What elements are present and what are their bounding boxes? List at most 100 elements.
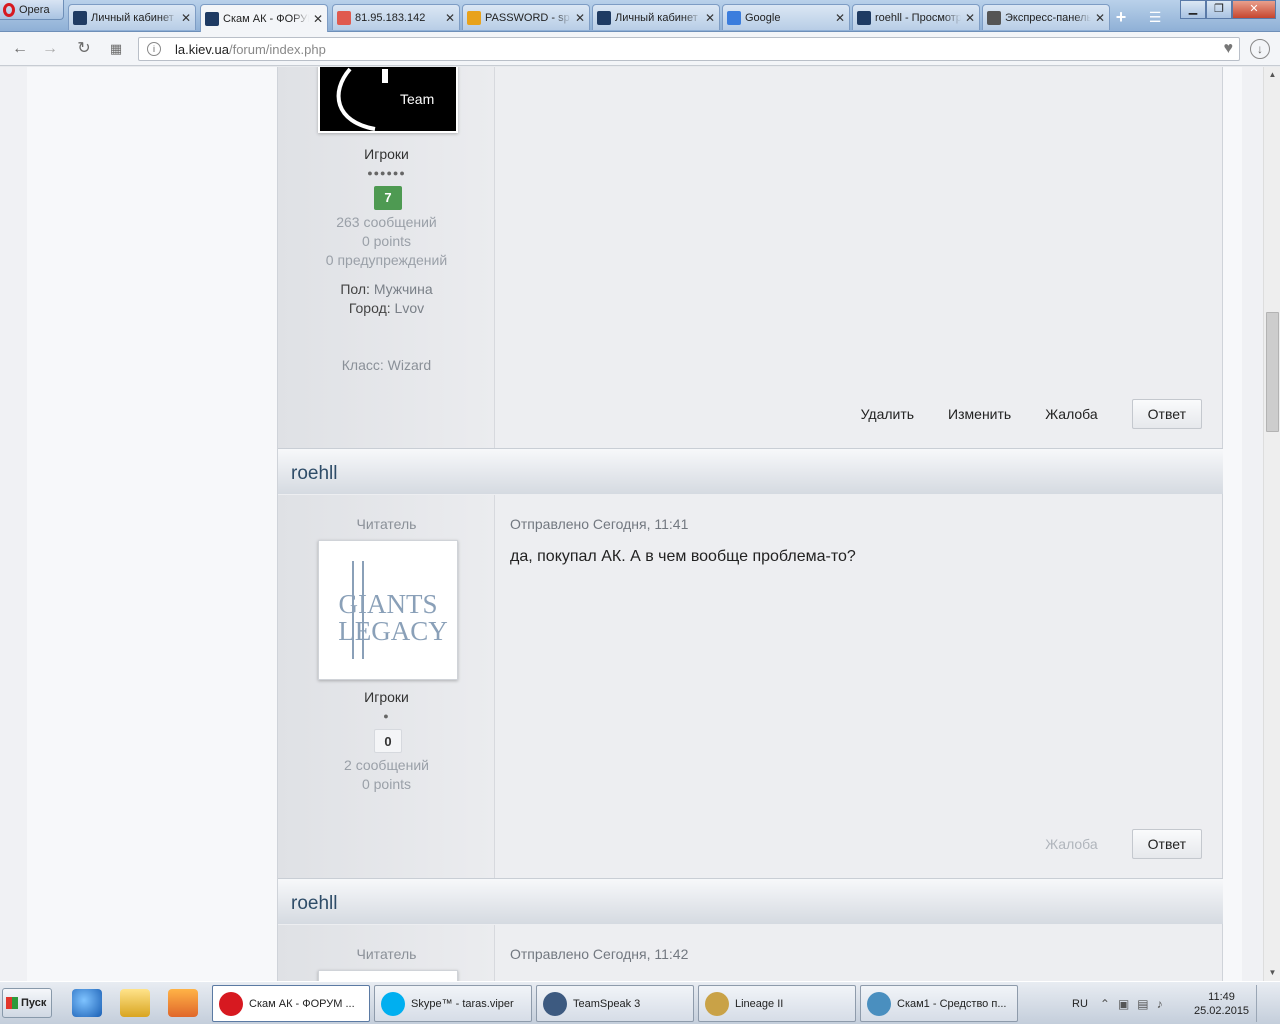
downloads-icon[interactable]: ↓ [1250, 39, 1270, 59]
taskbar-button[interactable]: Скам АК - ФОРУМ ... [212, 985, 370, 1022]
volume-icon[interactable]: ♪ [1157, 997, 1171, 1011]
points-count: 0 points [361, 776, 412, 792]
post-author-sidebar: Читатель GIANTS LEGACY Игроки ● 0 2 сооб… [278, 495, 495, 878]
windows-taskbar: Пуск Скам АК - ФОРУМ ... Skype™ - taras.v… [0, 981, 1280, 1024]
tab-close-icon[interactable]: ✕ [313, 12, 323, 26]
report-link[interactable]: Жалоба [1045, 836, 1097, 852]
url-text[interactable]: la.kiev.ua/forum/index.php [175, 42, 326, 57]
tab-menu-icon[interactable]: ☰ [1142, 6, 1168, 28]
tray-expand-icon[interactable]: ⌃ [1100, 997, 1118, 1011]
browser-tab[interactable]: Экспресс-панель ✕ [982, 4, 1110, 30]
tab-close-icon[interactable]: ✕ [1095, 11, 1105, 25]
maximize-button[interactable]: ❐ [1206, 0, 1232, 19]
rank-pips-icon: ●●●●●● [367, 168, 406, 178]
page-viewport: Team Игроки ●●●●●● 7 263 сообщений 0 poi… [0, 67, 1263, 981]
tab-title: Экспресс-панель [1005, 11, 1091, 24]
member-group: Игроки [364, 146, 409, 162]
internet-explorer-icon[interactable] [72, 989, 102, 1017]
avatar-line-2: LEGACY [338, 616, 448, 646]
tray-icons: ⌃▣▤♪ [1100, 997, 1171, 1011]
bookmark-heart-icon[interactable]: ♥ [1224, 40, 1234, 58]
avatar-logo-icon [336, 67, 388, 131]
forum-post: Читатель GIANTS LEGACY Игроки ● 0 2 сооб… [278, 495, 1223, 878]
new-tab-button[interactable]: + [1108, 6, 1134, 28]
browser-tab[interactable]: Скам АК - ФОРУМ ✕ [200, 4, 328, 32]
tab-close-icon[interactable]: ✕ [965, 11, 975, 25]
tab-title: roehll - Просмотр [875, 11, 961, 24]
reply-button[interactable]: Ответ [1131, 829, 1202, 859]
author-avatar [318, 970, 458, 981]
address-field[interactable]: i la.kiev.ua/forum/index.php ♥ [138, 37, 1240, 61]
report-link[interactable]: Жалоба [1045, 406, 1097, 422]
browser-tab[interactable]: Личный кабинет ✕ [592, 4, 720, 30]
opera-menu-label: Opera [19, 3, 50, 16]
tab-close-icon[interactable]: ✕ [705, 11, 715, 25]
tab-bar: Opera Личный кабинет ✕ Скам АК - ФОРУМ ✕ 81.… [0, 0, 1280, 32]
scroll-up-icon[interactable]: ▲ [1265, 67, 1280, 83]
delete-link[interactable]: Удалить [861, 406, 914, 422]
start-button[interactable]: Пуск [2, 988, 52, 1018]
member-rank: Читатель [356, 516, 417, 532]
site-icon [205, 11, 219, 26]
forum-thread: Team Игроки ●●●●●● 7 263 сообщений 0 poi… [277, 67, 1223, 981]
start-label: Пуск [21, 997, 47, 1009]
browser-tab[interactable]: PASSWORD - sp ✕ [462, 4, 590, 30]
opera-menu-button[interactable]: Opera [0, 0, 64, 20]
tab-title: Google [745, 11, 781, 24]
gender-value: Мужчина [373, 281, 433, 297]
tab-close-icon[interactable]: ✕ [445, 11, 455, 25]
system-tray: RU ⌃▣▤♪ 11:49 25.02.2015 [1066, 985, 1252, 1022]
tray-app-icon[interactable]: ▤ [1137, 997, 1156, 1011]
class-label: Класс: [341, 357, 384, 373]
edit-link[interactable]: Изменить [948, 406, 1011, 422]
author-name-link[interactable]: roehll [291, 463, 337, 485]
tab-close-icon[interactable]: ✕ [835, 11, 845, 25]
browser-tab[interactable]: Личный кабинет ✕ [68, 4, 196, 30]
browser-tab[interactable]: roehll - Просмотр ✕ [852, 4, 980, 30]
post-actions: Удалить Изменить Жалоба Ответ [861, 399, 1202, 429]
taskbar-button[interactable]: Lineage II [698, 985, 856, 1022]
site-info-icon[interactable]: i [147, 42, 161, 56]
author-avatar: Team [318, 67, 458, 133]
taskbar-button-label: Skype™ - taras.viper [411, 997, 514, 1010]
browser-tab[interactable]: 81.95.183.142 ✕ [332, 4, 460, 30]
posts-count: 2 сообщений [344, 757, 429, 773]
close-window-button[interactable]: ✕ [1232, 0, 1276, 19]
reputation-badge: 7 [374, 186, 402, 210]
forum-post: Читатель Отправлено Сегодня, 11:42 [278, 925, 1223, 981]
media-player-icon[interactable] [168, 989, 198, 1017]
tab-close-icon[interactable]: ✕ [575, 11, 585, 25]
site-icon [597, 10, 611, 25]
clock[interactable]: 11:49 25.02.2015 [1194, 990, 1249, 1018]
explorer-folder-icon[interactable] [120, 989, 150, 1017]
clock-time: 11:49 [1208, 991, 1235, 1003]
grid-icon [987, 10, 1001, 25]
scroll-down-icon[interactable]: ▼ [1265, 965, 1280, 981]
minimize-button[interactable]: ▁ [1180, 0, 1206, 19]
taskbar-button[interactable]: TeamSpeak 3 [536, 985, 694, 1022]
taskbar-button[interactable]: Skype™ - taras.viper [374, 985, 532, 1022]
tab-title: Личный кабинет [615, 11, 698, 24]
speed-dial-icon[interactable]: ▦ [106, 39, 126, 59]
language-indicator[interactable]: RU [1072, 998, 1088, 1010]
forward-icon[interactable]: → [40, 39, 60, 59]
tab-title: Скам АК - ФОРУМ [223, 12, 309, 25]
taskbar-button-label: Lineage II [735, 997, 784, 1010]
taskbar-button[interactable]: Скам1 - Средство п... [860, 985, 1018, 1022]
tab-title: 81.95.183.142 [355, 11, 426, 24]
member-group: Игроки [364, 689, 409, 705]
network-icon[interactable]: ▣ [1118, 997, 1137, 1011]
address-toolbar: ← → ↻ ▦ i la.kiev.ua/forum/index.php ♥ ↓ [0, 32, 1280, 66]
back-icon[interactable]: ← [10, 39, 30, 59]
page-scrollbar[interactable]: ▲ ▼ [1263, 67, 1280, 981]
tab-close-icon[interactable]: ✕ [181, 11, 191, 25]
site-icon [857, 10, 871, 25]
show-desktop-button[interactable] [1256, 985, 1276, 1022]
clock-date: 25.02.2015 [1194, 1005, 1250, 1017]
browser-tab[interactable]: Google ✕ [722, 4, 850, 30]
scroll-thumb[interactable] [1266, 312, 1279, 432]
reload-icon[interactable]: ↻ [74, 39, 94, 59]
author-name-link[interactable]: roehll [291, 893, 337, 915]
reply-button[interactable]: Ответ [1131, 399, 1202, 429]
points-count: 0 points [361, 233, 412, 249]
